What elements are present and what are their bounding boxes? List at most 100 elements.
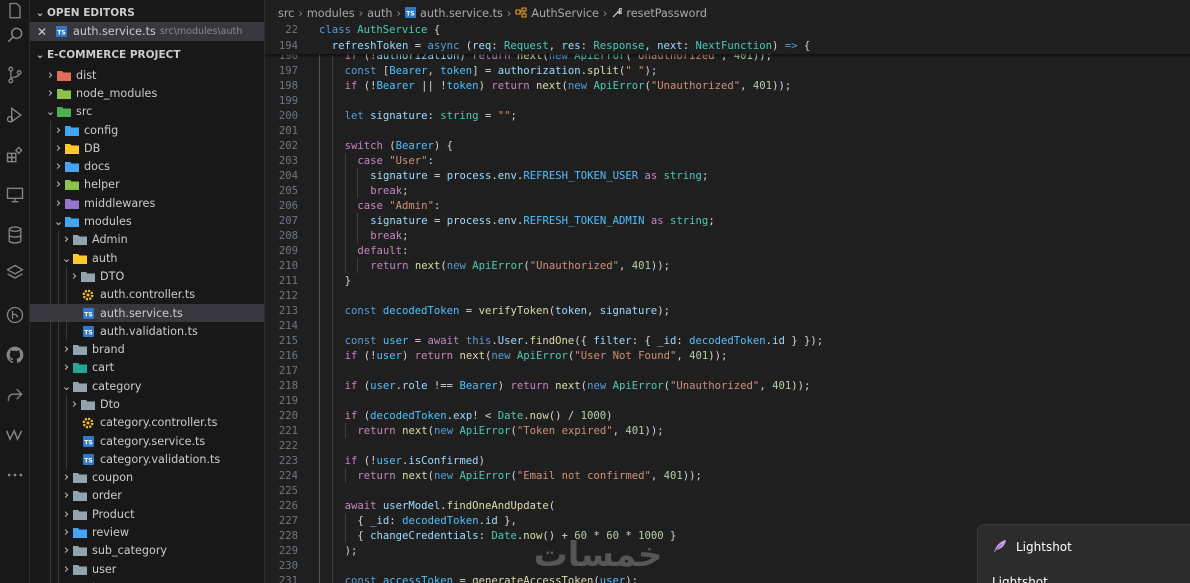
code-line[interactable]: 213 const decodedToken = verifyToken(toke…	[265, 303, 1190, 318]
sticky-line[interactable]: 22 class AuthService {	[265, 22, 1190, 37]
code-line[interactable]: 226 await userModel.findOneAndUpdate(	[265, 498, 1190, 513]
tree-item-auth-validation-ts[interactable]: TS auth.validation.ts	[30, 322, 264, 341]
code-line[interactable]: 215 const user = await this.User.findOne(…	[265, 333, 1190, 348]
tree-item-cart[interactable]: › cart	[30, 358, 264, 378]
code-line[interactable]: 212	[265, 288, 1190, 303]
code-text: refreshToken = async (req: Request, res:…	[332, 40, 811, 52]
layers-icon[interactable]	[0, 258, 30, 288]
code-token: class	[319, 23, 358, 36]
code-token: "Email not confirmed"	[516, 469, 651, 482]
code-token: () /	[548, 409, 581, 422]
source-control-icon[interactable]	[0, 60, 30, 90]
tree-item-category-controller-ts[interactable]: category.controller.ts	[30, 413, 264, 432]
breadcrumb-item[interactable]: auth.service.ts	[420, 7, 503, 20]
code-token: const	[344, 334, 377, 347]
code-line[interactable]: 221 return next(new ApiError("Token expir…	[265, 423, 1190, 438]
tree-item-user[interactable]: › user	[30, 560, 264, 579]
notification-toast[interactable]: Lightshot Lightshot	[977, 524, 1190, 583]
tree-item-node-modules[interactable]: › node_modules	[30, 84, 264, 102]
tree-item-dto[interactable]: › DTO	[30, 267, 264, 286]
indent-guide	[331, 558, 333, 573]
tree-item-label: coupon	[92, 471, 134, 485]
tree-item-auth-service-ts[interactable]: TS auth.service.ts	[30, 303, 264, 323]
code-token: split	[587, 64, 619, 77]
code-line[interactable]: 216 if (!user) return next(new ApiError("…	[265, 348, 1190, 363]
code-line[interactable]: 199	[265, 93, 1190, 108]
tree-item-category[interactable]: ⌄ category	[30, 377, 264, 396]
code-line[interactable]: 205 break;	[265, 183, 1190, 198]
tree-item-product[interactable]: › Product	[30, 505, 264, 524]
live-share-icon[interactable]	[0, 380, 30, 410]
code-line[interactable]: 206 case "Admin":	[265, 198, 1190, 213]
code-token: process	[446, 214, 492, 227]
database-icon[interactable]	[0, 220, 30, 250]
code-line[interactable]: 219	[265, 393, 1190, 408]
tree-item-auth-controller-ts[interactable]: auth.controller.ts	[30, 285, 264, 304]
code-line[interactable]: 209 default:	[265, 243, 1190, 258]
svg-text:TS: TS	[406, 10, 414, 17]
code-line[interactable]: 223 if (!user.isConfirmed)	[265, 453, 1190, 468]
tree-item-middlewares[interactable]: › middlewares	[30, 194, 264, 213]
open-editors-header[interactable]: ⌄ OPEN EDITORS	[30, 4, 264, 22]
code-line[interactable]: 218 if (user.role !== Bearer) return next…	[265, 378, 1190, 393]
tree-item-types[interactable]: ›types	[30, 578, 264, 583]
tree-item-config[interactable]: › config	[30, 120, 264, 140]
code-line[interactable]: 204 signature = process.env.REFRESH_TOKEN…	[265, 168, 1190, 183]
git-graph-icon[interactable]	[0, 300, 30, 330]
remote-explorer-icon[interactable]	[0, 180, 30, 210]
code-line[interactable]: 208 break;	[265, 228, 1190, 243]
code-line[interactable]: 203 case "User":	[265, 153, 1190, 168]
breadcrumb-item[interactable]: src	[278, 7, 294, 20]
code-line[interactable]: 197 const [Bearer, token] = authorization…	[265, 63, 1190, 78]
code-line[interactable]: 217	[265, 363, 1190, 378]
wave-icon[interactable]	[0, 420, 30, 450]
code-token: =	[427, 169, 447, 182]
breadcrumb-item[interactable]: resetPassword	[626, 7, 707, 20]
code-line[interactable]: 210 return next(new ApiError("Unauthorize…	[265, 258, 1190, 273]
code-line[interactable]: 202 switch (Bearer) {	[265, 138, 1190, 153]
github-icon[interactable]	[0, 340, 30, 370]
tree-item-modules[interactable]: ⌄ modules	[30, 212, 264, 231]
run-debug-icon[interactable]	[0, 100, 30, 130]
code-line[interactable]: 207 signature = process.env.REFRESH_TOKEN…	[265, 213, 1190, 228]
code-line[interactable]: 224 return next(new ApiError("Email not c…	[265, 468, 1190, 483]
code-line[interactable]: 198 if (!Bearer || !token) return next(ne…	[265, 78, 1190, 93]
code-line[interactable]: 200 let signature: string = "";	[265, 108, 1190, 123]
tree-item-db[interactable]: › DB	[30, 139, 264, 158]
tree-item-order[interactable]: › order	[30, 486, 264, 506]
tree-item-dto[interactable]: › Dto	[30, 395, 264, 414]
breadcrumb-item[interactable]: AuthService	[531, 7, 599, 20]
project-header[interactable]: ⌄ E-COMMERCE PROJECT	[30, 44, 264, 66]
open-editor-item[interactable]: ✕ TS auth.service.ts src\modules\auth	[30, 22, 264, 41]
code-line[interactable]: 211}	[265, 273, 1190, 288]
indent-guide	[331, 318, 333, 333]
tree-item-brand[interactable]: › brand	[30, 340, 264, 359]
search-icon[interactable]	[0, 20, 30, 50]
breadcrumb-item[interactable]: auth	[367, 7, 392, 20]
code-line[interactable]: 220 if (decodedToken.exp! < Date.now() / …	[265, 408, 1190, 423]
tree-item-docs[interactable]: › docs	[30, 157, 264, 176]
code-editor[interactable]: src › modules › auth › TS auth.service.ts › AuthS…	[265, 0, 1190, 583]
tree-item-src[interactable]: ⌄ src	[30, 103, 264, 121]
tree-item-category-service-ts[interactable]: TS category.service.ts	[30, 431, 264, 451]
tree-item-category-validation-ts[interactable]: TS category.validation.ts	[30, 450, 264, 469]
tree-item-sub-category[interactable]: › sub_category	[30, 541, 264, 561]
tree-item-coupon[interactable]: › coupon	[30, 468, 264, 487]
sticky-line[interactable]: 194 refreshToken = async (req: Request, r…	[265, 37, 1190, 54]
tree-item-admin[interactable]: › Admin	[30, 230, 264, 249]
tree-item-helper[interactable]: › helper	[30, 175, 264, 195]
code-line[interactable]: 222	[265, 438, 1190, 453]
extensions-icon[interactable]	[0, 140, 30, 170]
breadcrumb-item[interactable]: modules	[307, 7, 355, 20]
code-token: ApiError	[612, 379, 664, 392]
code-line[interactable]: 225	[265, 483, 1190, 498]
code-line[interactable]: 201	[265, 123, 1190, 138]
more-icon[interactable]	[0, 460, 30, 490]
tree-item-dist[interactable]: › dist	[30, 66, 264, 84]
tree-item-review[interactable]: › review	[30, 523, 264, 542]
code-token: );	[344, 544, 358, 557]
tree-item-auth[interactable]: ⌄ auth	[30, 248, 264, 268]
line-number: 225	[278, 484, 298, 497]
code-line[interactable]: 214	[265, 318, 1190, 333]
close-icon[interactable]: ✕	[30, 25, 54, 39]
